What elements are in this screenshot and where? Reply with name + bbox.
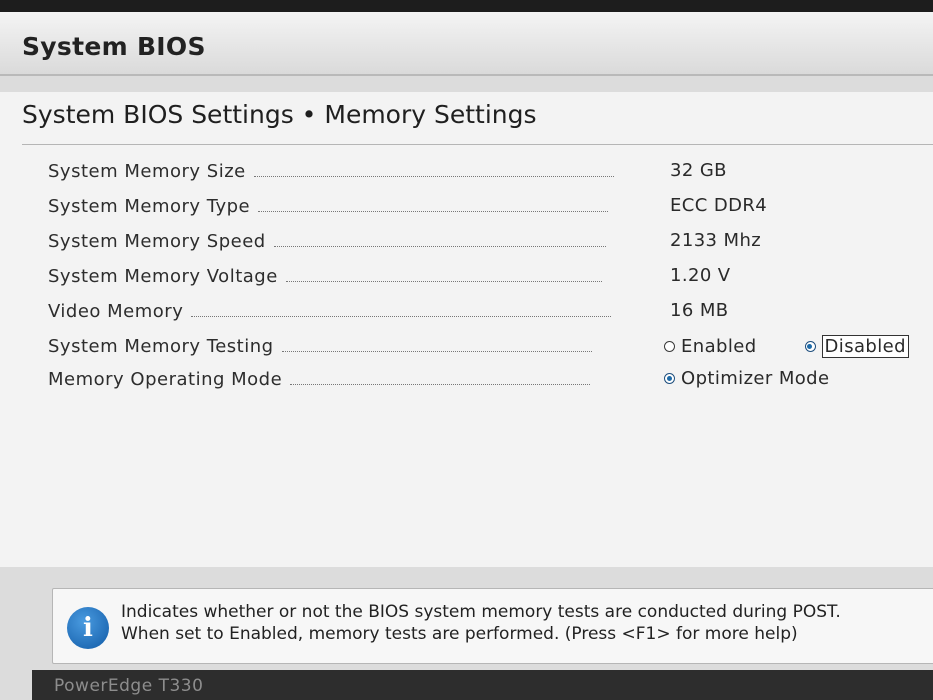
setting-row-system-memory-voltage: System Memory Voltage 1.20 V xyxy=(48,261,933,291)
setting-value: 1.20 V xyxy=(670,265,731,286)
setting-row-system-memory-testing: System Memory Testing Enabled Disabled xyxy=(48,331,933,361)
radio-disabled[interactable]: Disabled xyxy=(804,335,909,358)
help-text: Indicates whether or not the BIOS system… xyxy=(121,602,841,644)
dotted-leader xyxy=(281,350,592,352)
setting-label: System Memory Speed xyxy=(48,230,266,252)
radio-checked-icon xyxy=(664,373,675,384)
setting-value: 2133 Mhz xyxy=(670,230,762,251)
app-title: System BIOS xyxy=(22,32,206,61)
footer-bar: PowerEdge T330 xyxy=(32,670,933,700)
radio-label: Enabled xyxy=(681,336,757,357)
setting-label: Video Memory xyxy=(48,300,184,322)
setting-label: System Memory Voltage xyxy=(48,265,278,287)
setting-row-system-memory-type: System Memory Type ECC DDR4 xyxy=(48,191,933,221)
help-panel: i Indicates whether or not the BIOS syst… xyxy=(52,588,933,664)
setting-row-system-memory-speed: System Memory Speed 2133 Mhz xyxy=(48,226,933,256)
setting-value: 32 GB xyxy=(670,160,727,181)
setting-value: ECC DDR4 xyxy=(670,195,768,216)
info-icon: i xyxy=(67,607,109,649)
memory-settings-list: System Memory Size 32 GB System Memory T… xyxy=(48,150,933,550)
setting-label: System Memory Testing xyxy=(48,335,274,357)
footer-model: PowerEdge T330 xyxy=(54,676,204,696)
page-title: System BIOS Settings • Memory Settings xyxy=(22,100,537,129)
dotted-leader xyxy=(273,245,606,247)
dotted-leader xyxy=(258,210,609,212)
dotted-leader xyxy=(290,383,591,385)
radio-unchecked-icon xyxy=(664,341,675,352)
setting-row-memory-operating-mode: Memory Operating Mode Optimizer Mode xyxy=(48,364,933,394)
dotted-leader xyxy=(253,175,614,177)
radio-checked-icon xyxy=(804,341,816,352)
setting-label: Memory Operating Mode xyxy=(48,368,283,390)
dotted-leader xyxy=(285,280,602,282)
radio-enabled[interactable]: Enabled xyxy=(664,335,757,358)
title-divider xyxy=(22,144,933,145)
setting-label: System Memory Type xyxy=(48,195,251,217)
radio-label: Disabled xyxy=(821,335,909,358)
setting-value: 16 MB xyxy=(670,300,729,321)
radio-group-memory-testing: Enabled Disabled xyxy=(664,335,909,358)
title-bar: System BIOS xyxy=(0,12,933,76)
radio-optimizer-mode[interactable]: Optimizer Mode xyxy=(664,368,829,389)
setting-row-video-memory: Video Memory 16 MB xyxy=(48,296,933,326)
settings-page: System BIOS Settings • Memory Settings S… xyxy=(0,92,933,567)
dotted-leader xyxy=(191,315,612,317)
radio-label: Optimizer Mode xyxy=(681,368,830,389)
setting-label: System Memory Size xyxy=(48,160,246,182)
setting-row-system-memory-size: System Memory Size 32 GB xyxy=(48,156,933,186)
radio-group-operating-mode: Optimizer Mode xyxy=(664,368,829,389)
